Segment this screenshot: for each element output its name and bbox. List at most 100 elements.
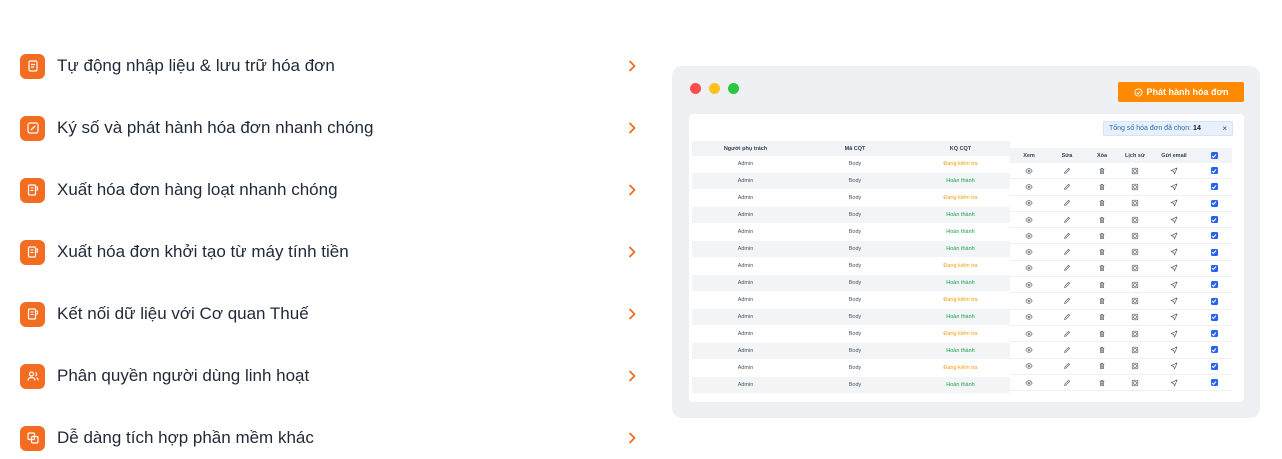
feature-item[interactable]: Ký số và phát hành hóa đơn nhanh chóng: [20, 97, 645, 159]
history-icon[interactable]: [1118, 277, 1152, 292]
row-checkbox[interactable]: [1196, 196, 1232, 211]
history-icon[interactable]: [1118, 212, 1152, 227]
history-icon[interactable]: [1118, 163, 1152, 178]
history-icon[interactable]: [1118, 326, 1152, 341]
history-icon[interactable]: [1118, 310, 1152, 325]
row-checkbox[interactable]: [1196, 342, 1232, 357]
clear-selection-button[interactable]: ×: [1222, 124, 1227, 133]
edit-icon[interactable]: [1048, 212, 1086, 227]
feature-item[interactable]: Phân quyền người dùng linh hoạt: [20, 345, 645, 407]
send-email-icon[interactable]: [1152, 359, 1196, 374]
view-icon[interactable]: [1010, 196, 1048, 211]
send-email-icon[interactable]: [1152, 163, 1196, 178]
chevron-right-icon[interactable]: [625, 431, 639, 445]
feature-item[interactable]: Xuất hóa đơn khởi tạo từ máy tính tiền: [20, 221, 645, 283]
edit-icon[interactable]: [1048, 261, 1086, 276]
send-email-icon[interactable]: [1152, 179, 1196, 194]
delete-icon[interactable]: [1086, 326, 1118, 341]
view-icon[interactable]: [1010, 326, 1048, 341]
edit-icon[interactable]: [1048, 179, 1086, 194]
delete-icon[interactable]: [1086, 359, 1118, 374]
edit-icon[interactable]: [1048, 310, 1086, 325]
delete-icon[interactable]: [1086, 196, 1118, 211]
view-icon[interactable]: [1010, 293, 1048, 308]
chevron-right-icon[interactable]: [625, 121, 639, 135]
delete-icon[interactable]: [1086, 228, 1118, 243]
delete-icon[interactable]: [1086, 163, 1118, 178]
row-checkbox[interactable]: [1196, 228, 1232, 243]
issue-invoice-button[interactable]: Phát hành hóa đơn: [1118, 82, 1244, 102]
view-icon[interactable]: [1010, 359, 1048, 374]
edit-icon[interactable]: [1048, 277, 1086, 292]
select-all-checkbox[interactable]: [1196, 148, 1232, 163]
delete-icon[interactable]: [1086, 310, 1118, 325]
send-email-icon[interactable]: [1152, 212, 1196, 227]
history-icon[interactable]: [1118, 244, 1152, 259]
delete-icon[interactable]: [1086, 212, 1118, 227]
view-icon[interactable]: [1010, 228, 1048, 243]
feature-item[interactable]: Dễ dàng tích hợp phần mềm khác: [20, 407, 645, 459]
delete-icon[interactable]: [1086, 342, 1118, 357]
edit-icon[interactable]: [1048, 228, 1086, 243]
row-checkbox[interactable]: [1196, 277, 1232, 292]
send-email-icon[interactable]: [1152, 293, 1196, 308]
edit-icon[interactable]: [1048, 342, 1086, 357]
feature-item[interactable]: Xuất hóa đơn hàng loạt nhanh chóng: [20, 159, 645, 221]
view-icon[interactable]: [1010, 342, 1048, 357]
row-checkbox[interactable]: [1196, 261, 1232, 276]
view-icon[interactable]: [1010, 277, 1048, 292]
edit-icon[interactable]: [1048, 359, 1086, 374]
history-icon[interactable]: [1118, 293, 1152, 308]
row-checkbox[interactable]: [1196, 326, 1232, 341]
feature-item[interactable]: Tự động nhập liệu & lưu trữ hóa đơn: [20, 35, 645, 97]
row-checkbox[interactable]: [1196, 375, 1232, 390]
history-icon[interactable]: [1118, 179, 1152, 194]
row-checkbox[interactable]: [1196, 179, 1232, 194]
edit-icon[interactable]: [1048, 326, 1086, 341]
history-icon[interactable]: [1118, 196, 1152, 211]
chevron-right-icon[interactable]: [625, 59, 639, 73]
delete-icon[interactable]: [1086, 293, 1118, 308]
chevron-right-icon[interactable]: [625, 183, 639, 197]
send-email-icon[interactable]: [1152, 228, 1196, 243]
row-checkbox[interactable]: [1196, 310, 1232, 325]
delete-icon[interactable]: [1086, 244, 1118, 259]
row-checkbox[interactable]: [1196, 293, 1232, 308]
view-icon[interactable]: [1010, 261, 1048, 276]
send-email-icon[interactable]: [1152, 277, 1196, 292]
send-email-icon[interactable]: [1152, 261, 1196, 276]
view-icon[interactable]: [1010, 179, 1048, 194]
edit-icon[interactable]: [1048, 293, 1086, 308]
chevron-right-icon[interactable]: [625, 245, 639, 259]
chevron-right-icon[interactable]: [625, 369, 639, 383]
row-checkbox[interactable]: [1196, 163, 1232, 178]
row-checkbox[interactable]: [1196, 244, 1232, 259]
delete-icon[interactable]: [1086, 277, 1118, 292]
history-icon[interactable]: [1118, 375, 1152, 390]
send-email-icon[interactable]: [1152, 342, 1196, 357]
history-icon[interactable]: [1118, 342, 1152, 357]
view-icon[interactable]: [1010, 244, 1048, 259]
view-icon[interactable]: [1010, 310, 1048, 325]
edit-icon[interactable]: [1048, 196, 1086, 211]
send-email-icon[interactable]: [1152, 326, 1196, 341]
history-icon[interactable]: [1118, 261, 1152, 276]
view-icon[interactable]: [1010, 212, 1048, 227]
send-email-icon[interactable]: [1152, 244, 1196, 259]
send-email-icon[interactable]: [1152, 196, 1196, 211]
delete-icon[interactable]: [1086, 375, 1118, 390]
row-checkbox[interactable]: [1196, 359, 1232, 374]
view-icon[interactable]: [1010, 163, 1048, 178]
edit-icon[interactable]: [1048, 244, 1086, 259]
feature-item[interactable]: Kết nối dữ liệu với Cơ quan Thuế: [20, 283, 645, 345]
row-checkbox[interactable]: [1196, 212, 1232, 227]
chevron-right-icon[interactable]: [625, 307, 639, 321]
delete-icon[interactable]: [1086, 179, 1118, 194]
send-email-icon[interactable]: [1152, 310, 1196, 325]
edit-icon[interactable]: [1048, 163, 1086, 178]
edit-icon[interactable]: [1048, 375, 1086, 390]
history-icon[interactable]: [1118, 228, 1152, 243]
history-icon[interactable]: [1118, 359, 1152, 374]
view-icon[interactable]: [1010, 375, 1048, 390]
delete-icon[interactable]: [1086, 261, 1118, 276]
